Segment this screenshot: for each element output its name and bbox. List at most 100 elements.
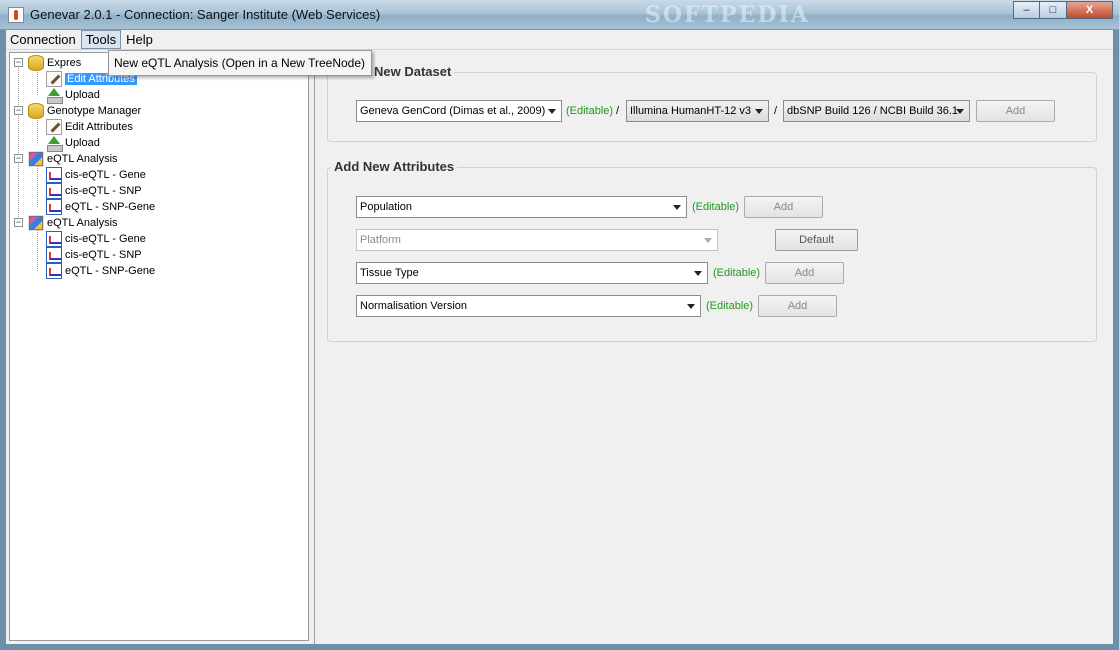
close-button[interactable]: X xyxy=(1067,1,1113,19)
tree-node-label: cis-eQTL - SNP xyxy=(65,249,142,261)
edit-icon xyxy=(46,119,62,135)
window-controls: – □ X xyxy=(1013,1,1113,19)
tree-node-label: Upload xyxy=(65,137,100,149)
menu-item-new-eqtl-analysis[interactable]: New eQTL Analysis (Open in a New TreeNod… xyxy=(114,56,365,70)
upload-icon xyxy=(46,87,63,104)
tree-node-label: cis-eQTL - SNP xyxy=(65,185,142,197)
chart-icon xyxy=(46,263,62,279)
tree-node-edit-attributes[interactable]: Edit Attributes xyxy=(46,119,133,135)
collapse-icon[interactable]: − xyxy=(14,218,23,227)
chevron-down-icon xyxy=(956,109,964,114)
java-app-icon xyxy=(8,7,24,23)
tree-guide xyxy=(37,227,38,271)
menu-help[interactable]: Help xyxy=(122,31,157,48)
tree-node-cis-eqtl-gene[interactable]: cis-eQTL - Gene xyxy=(46,167,146,183)
cube-icon xyxy=(28,215,44,231)
tree-node-expression-manager[interactable]: − Expres xyxy=(10,55,81,71)
tree-node-genotype-manager[interactable]: − Genotype Manager xyxy=(10,103,141,119)
database-icon xyxy=(28,103,44,119)
chart-icon xyxy=(46,199,62,215)
platform-select[interactable]: Illumina HumanHT-12 v3 xyxy=(626,100,769,122)
normalisation-select[interactable]: Normalisation Version xyxy=(356,295,701,317)
tree-node-label: Edit Attributes xyxy=(65,121,133,133)
chart-icon xyxy=(46,183,62,199)
dataset-select[interactable]: Geneva GenCord (Dimas et al., 2009) xyxy=(356,100,562,122)
build-select[interactable]: dbSNP Build 126 / NCBI Build 36.1 xyxy=(783,100,970,122)
tree-node-eqtl-snp-gene[interactable]: eQTL - SNP-Gene xyxy=(46,263,155,279)
tree-node-cis-eqtl-snp[interactable]: cis-eQTL - SNP xyxy=(46,247,142,263)
editable-label: (Editable) xyxy=(713,267,761,279)
platform-select-value: Illumina HumanHT-12 v3 xyxy=(630,105,752,117)
add-dataset-button[interactable]: Add xyxy=(976,100,1055,122)
tree-node-eqtl-snp-gene[interactable]: eQTL - SNP-Gene xyxy=(46,199,155,215)
title-bar: Genevar 2.0.1 - Connection: Sanger Insti… xyxy=(0,0,1119,30)
database-icon xyxy=(28,55,44,71)
add-normalisation-button[interactable]: Add xyxy=(758,295,837,317)
softpedia-watermark: SOFTPEDIA xyxy=(645,2,810,28)
platform-attribute-select[interactable]: Platform xyxy=(356,229,718,251)
tree-guide xyxy=(37,67,38,95)
window-title: Genevar 2.0.1 - Connection: Sanger Insti… xyxy=(30,7,381,22)
chevron-down-icon xyxy=(694,271,702,276)
tree-node-label: eQTL Analysis xyxy=(47,217,118,229)
collapse-icon[interactable]: − xyxy=(14,106,23,115)
normalisation-value: Normalisation Version xyxy=(360,300,467,312)
tree-node-label: eQTL Analysis xyxy=(47,153,118,165)
tree-node-label: Upload xyxy=(65,89,100,101)
default-platform-button[interactable]: Default xyxy=(775,229,858,251)
editable-label: (Editable) xyxy=(566,105,614,117)
chevron-down-icon xyxy=(548,109,556,114)
chart-icon xyxy=(46,247,62,263)
separator: / xyxy=(616,105,620,117)
tools-menu-popup: New eQTL Analysis (Open in a New TreeNod… xyxy=(108,50,372,76)
tree-node-eqtl-analysis[interactable]: − eQTL Analysis xyxy=(10,215,118,231)
tree-node-cis-eqtl-gene[interactable]: cis-eQTL - Gene xyxy=(46,231,146,247)
tree-node-label: eQTL - SNP-Gene xyxy=(65,265,156,277)
chevron-down-icon xyxy=(755,109,763,114)
separator: / xyxy=(774,105,778,117)
dataset-select-value: Geneva GenCord (Dimas et al., 2009) xyxy=(360,105,546,117)
tissue-type-select[interactable]: Tissue Type xyxy=(356,262,708,284)
upload-icon xyxy=(46,135,63,152)
minimize-button[interactable]: – xyxy=(1013,1,1040,19)
tree-node-label: cis-eQTL - Gene xyxy=(65,169,146,181)
tree-guide xyxy=(37,115,38,143)
tree-node-cis-eqtl-snp[interactable]: cis-eQTL - SNP xyxy=(46,183,142,199)
menu-bar: Connection Tools Help xyxy=(6,30,1113,50)
platform-attribute-value: Platform xyxy=(360,234,401,246)
attributes-title: Add New Attributes xyxy=(331,159,458,174)
tissue-type-value: Tissue Type xyxy=(360,267,419,279)
collapse-icon[interactable]: − xyxy=(14,58,23,67)
tree-node-upload[interactable]: Upload xyxy=(46,87,100,104)
menu-tools[interactable]: Tools xyxy=(80,30,122,49)
add-population-button[interactable]: Add xyxy=(744,196,823,218)
content-pane: New Dataset Geneva GenCord (Dimas et al.… xyxy=(315,52,1110,641)
collapse-icon[interactable]: − xyxy=(14,154,23,163)
population-select[interactable]: Population xyxy=(356,196,687,218)
chart-icon xyxy=(46,167,62,183)
chevron-down-icon xyxy=(704,238,712,243)
tree-node-upload[interactable]: Upload xyxy=(46,135,100,152)
tree-node-label: cis-eQTL - Gene xyxy=(65,233,146,245)
chevron-down-icon xyxy=(687,304,695,309)
tree-node-label: Genotype Manager xyxy=(47,105,142,117)
tree-node-label: eQTL - SNP-Gene xyxy=(65,201,156,213)
editable-label: (Editable) xyxy=(706,300,754,312)
tree-guide xyxy=(18,65,19,225)
chevron-down-icon xyxy=(673,205,681,210)
navigation-tree: − Expres Edit Attributes Upload − Genoty… xyxy=(9,52,309,641)
population-select-value: Population xyxy=(360,201,412,213)
editable-label: (Editable) xyxy=(692,201,740,213)
add-tissue-button[interactable]: Add xyxy=(765,262,844,284)
menu-connection[interactable]: Connection xyxy=(6,31,80,48)
client-area: − Expres Edit Attributes Upload − Genoty… xyxy=(6,50,1113,644)
build-select-value: dbSNP Build 126 / NCBI Build 36.1 xyxy=(787,105,959,117)
chart-icon xyxy=(46,231,62,247)
new-dataset-title: New Dataset xyxy=(371,64,455,79)
maximize-button[interactable]: □ xyxy=(1040,1,1067,19)
edit-icon xyxy=(46,71,62,87)
tree-node-label: Expres xyxy=(47,57,82,69)
tree-guide xyxy=(37,163,38,207)
tree-node-eqtl-analysis[interactable]: − eQTL Analysis xyxy=(10,151,118,167)
cube-icon xyxy=(28,151,44,167)
